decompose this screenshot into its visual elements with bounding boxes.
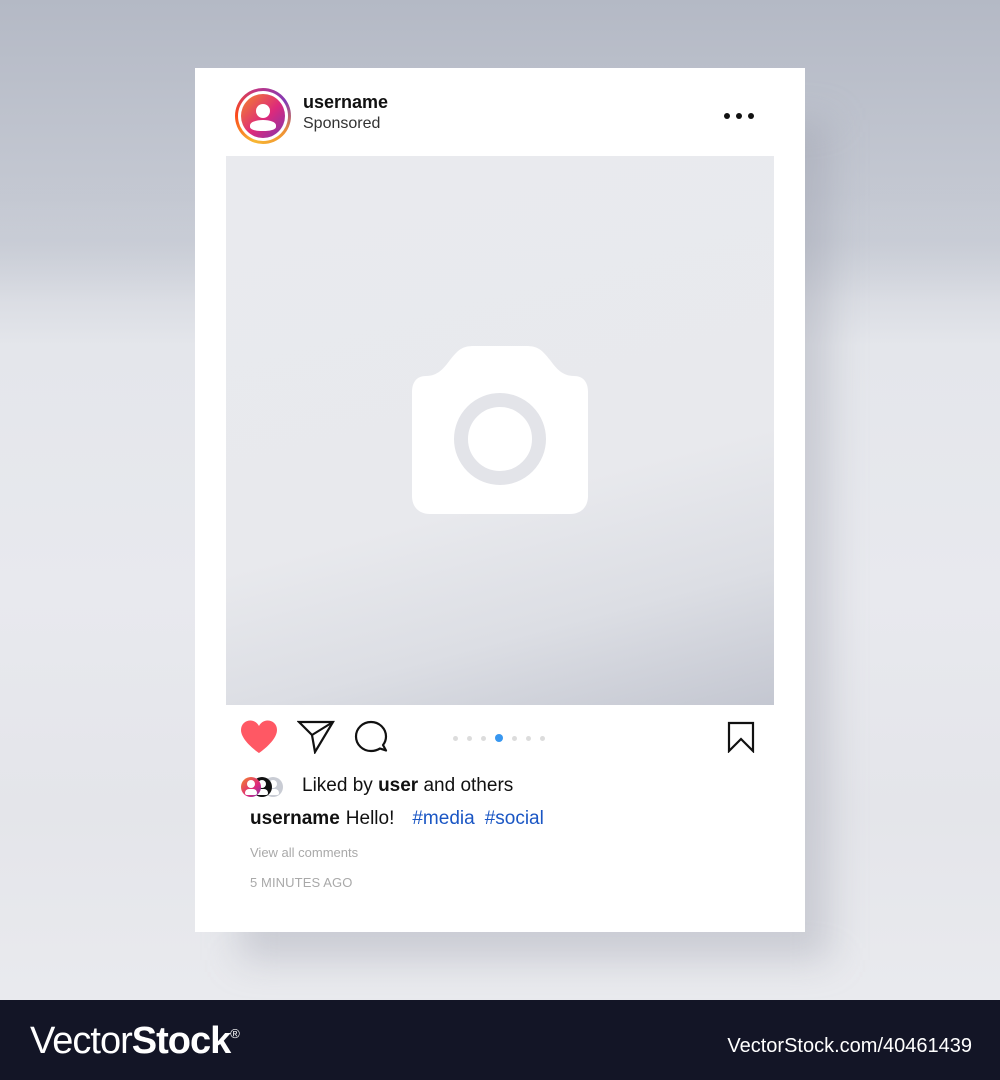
likes-user[interactable]: user [378,775,418,796]
stock-id-text: VectorStock.com/40461439 [727,1035,972,1057]
likes-row: Liked by user and others [241,774,513,798]
carousel-dot[interactable] [453,735,458,741]
likes-text[interactable]: Liked by user and others [302,775,513,797]
sponsored-label: Sponsored [303,115,381,132]
vectorstock-logo: VectorStock® [30,1020,240,1062]
send-icon[interactable] [297,720,335,754]
user-avatar-icon[interactable] [235,88,291,144]
liked-by-avatars [241,775,289,797]
watermark-bar: VectorStock® VectorStock.com/40461439 [0,1000,1000,1080]
carousel-dot[interactable] [512,735,517,741]
likes-suffix: and others [423,775,514,796]
post-timestamp: 5 MINUTES AGO [250,875,353,890]
hashtag-link[interactable]: #media [412,808,474,829]
bookmark-icon[interactable] [727,721,755,753]
post-username[interactable]: username [303,92,388,113]
more-horizontal-icon[interactable] [723,106,755,126]
comment-icon[interactable] [354,720,388,754]
carousel-indicator [453,734,545,742]
camera-icon [412,346,588,514]
caption-text: Hello! [345,808,395,829]
hashtag-link[interactable]: #social [485,808,544,829]
post-image-placeholder[interactable] [226,156,774,705]
post-caption: username Hello! #media #social [250,808,544,830]
heart-icon[interactable] [239,719,279,755]
liker-avatar-icon [241,777,261,797]
post-card: username Sponsored Liked by user and oth… [195,68,805,932]
likes-prefix: Liked by [302,775,373,796]
post-actions [195,708,805,768]
carousel-dot[interactable] [540,735,545,741]
carousel-dot-active[interactable] [495,734,503,742]
view-all-comments-link[interactable]: View all comments [250,845,358,860]
caption-username[interactable]: username [250,808,340,829]
carousel-dot[interactable] [467,735,472,741]
carousel-dot[interactable] [481,735,486,741]
post-header: username Sponsored [195,68,805,156]
carousel-dot[interactable] [526,735,531,741]
